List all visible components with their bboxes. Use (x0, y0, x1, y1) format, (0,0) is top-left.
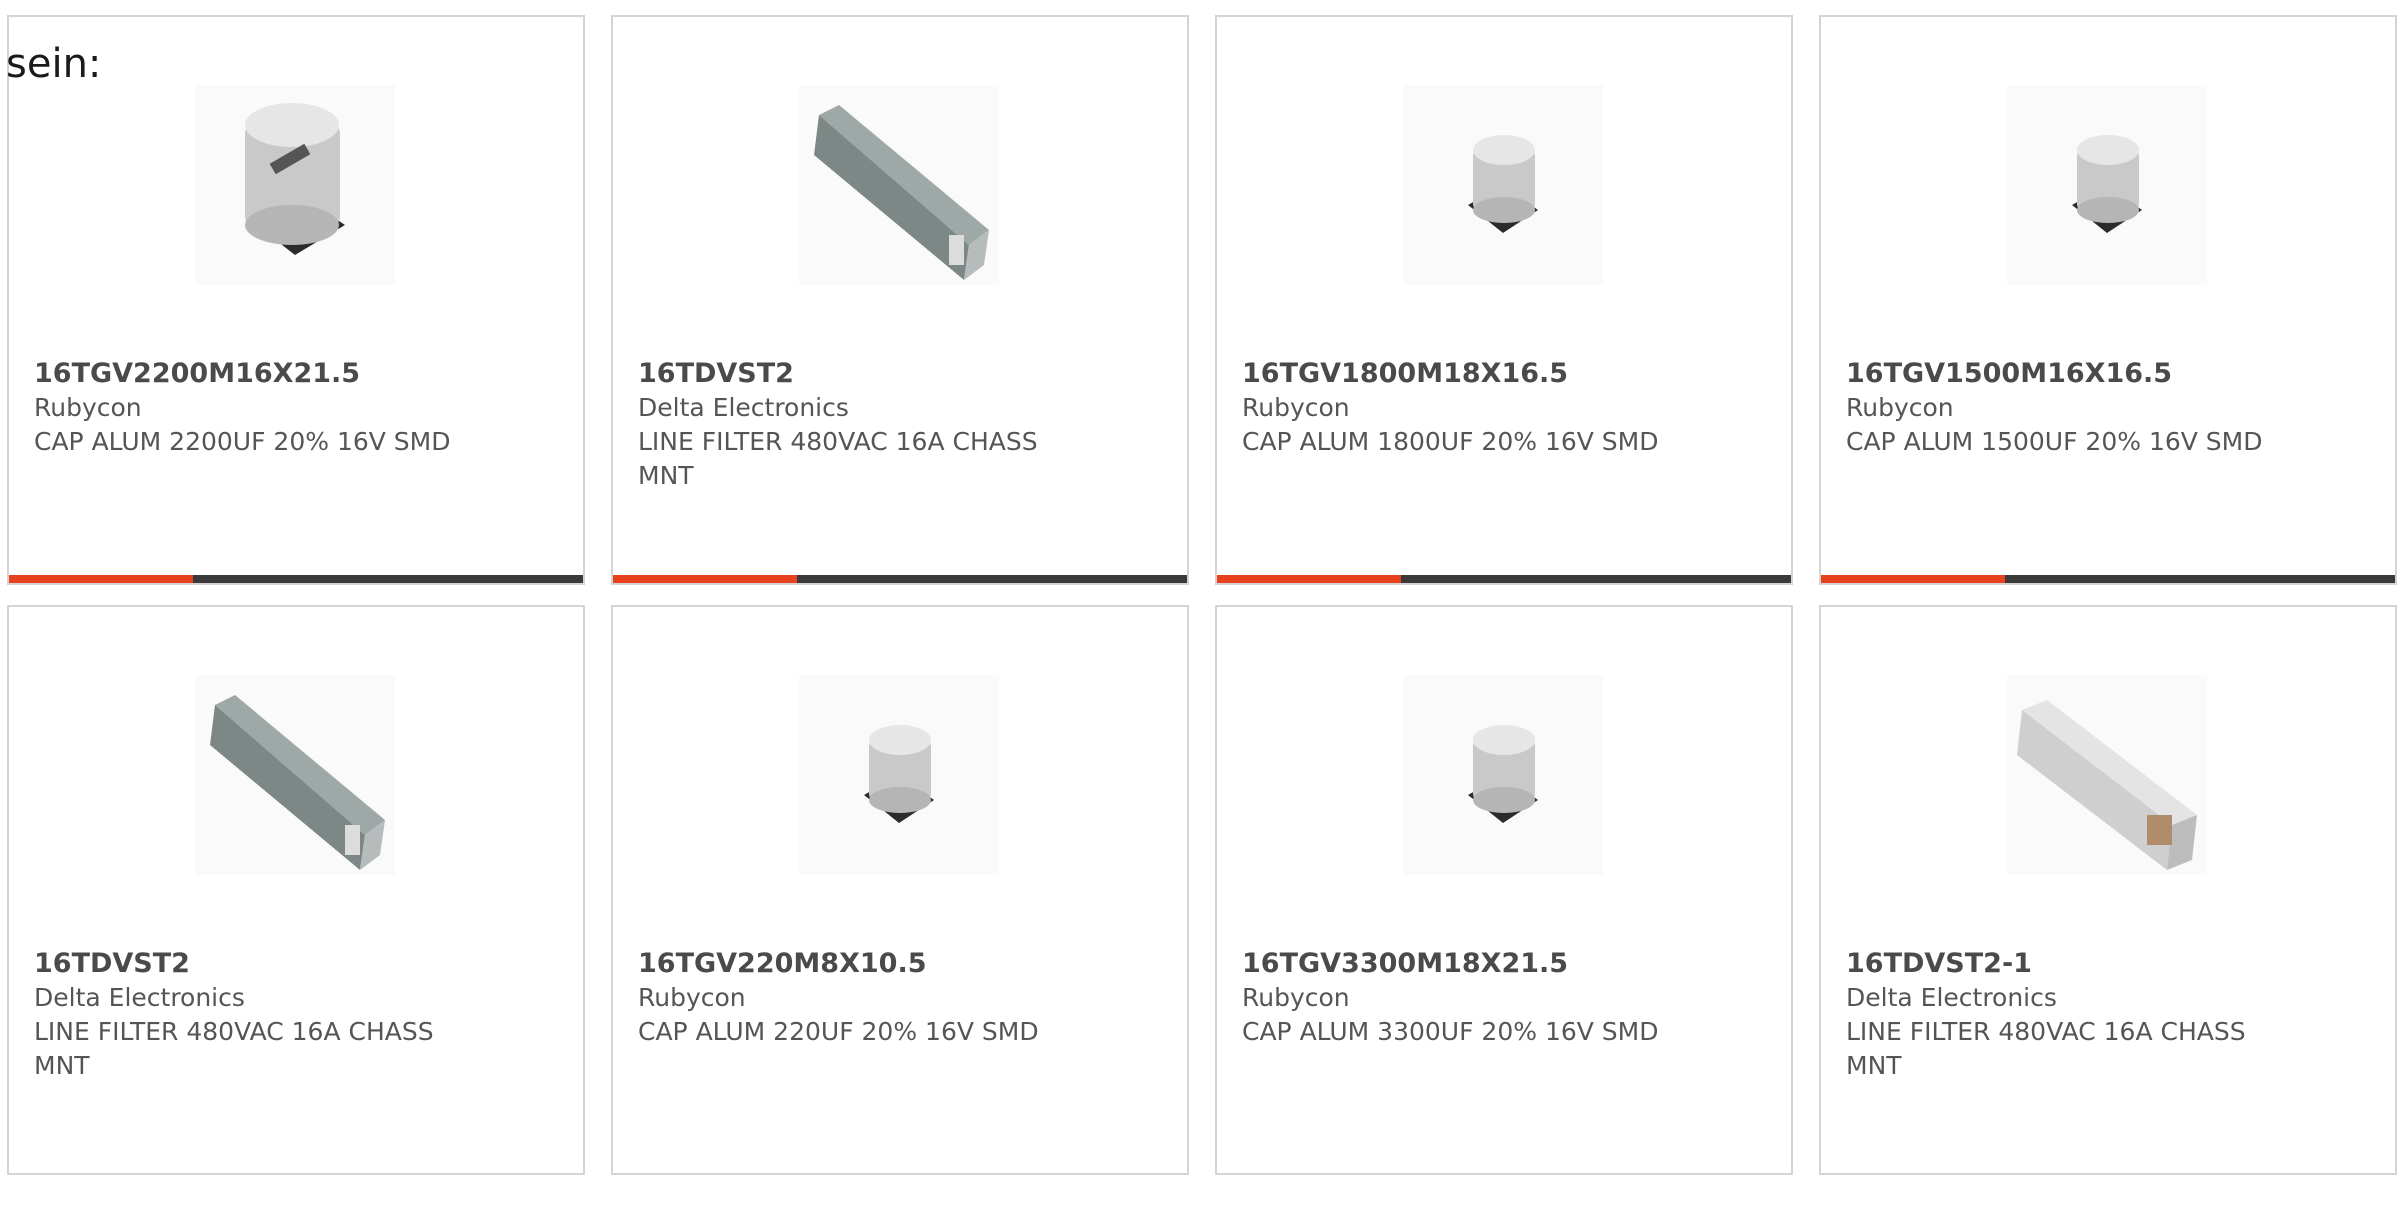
manufacturer: Delta Electronics (1846, 983, 2057, 1012)
product-card[interactable]: 16TGV1800M18X16.5 Rubycon CAP ALUM 1800U… (1215, 15, 1793, 585)
part-number[interactable]: 16TGV1500M16X16.5 (1846, 357, 2286, 391)
card-bar-accent (9, 575, 193, 583)
product-card[interactable]: 16TDVST2-1 Delta Electronics LINE FILTER… (1819, 605, 2397, 1175)
description: LINE FILTER 480VAC 16A CHASS MNT (1846, 1017, 2246, 1080)
product-grid: 16TGV2200M16X21.5 Rubycon CAP ALUM 2200U… (7, 15, 2400, 1215)
product-card[interactable]: 16TGV220M8X10.5 Rubycon CAP ALUM 220UF 2… (611, 605, 1189, 1175)
manufacturer: Rubycon (34, 393, 142, 422)
line-filter-icon[interactable] (799, 85, 999, 285)
capacitor-large-icon[interactable] (195, 85, 395, 285)
card-bar (1217, 575, 1791, 583)
line-filter-icon[interactable] (195, 675, 395, 875)
product-card[interactable]: 16TDVST2 Delta Electronics LINE FILTER 4… (7, 605, 585, 1175)
product-card[interactable]: 16TGV3300M18X21.5 Rubycon CAP ALUM 3300U… (1215, 605, 1793, 1175)
capacitor-small-icon[interactable] (2007, 85, 2207, 285)
manufacturer: Rubycon (1846, 393, 1954, 422)
product-card[interactable]: 16TGV1500M16X16.5 Rubycon CAP ALUM 1500U… (1819, 15, 2397, 585)
card-bar (613, 575, 1187, 583)
manufacturer: Rubycon (1242, 393, 1350, 422)
description: CAP ALUM 220UF 20% 16V SMD (638, 1017, 1039, 1046)
manufacturer: Rubycon (1242, 983, 1350, 1012)
description: LINE FILTER 480VAC 16A CHASS MNT (638, 427, 1038, 490)
part-number[interactable]: 16TGV220M8X10.5 (638, 947, 1078, 981)
description: LINE FILTER 480VAC 16A CHASS MNT (34, 1017, 434, 1080)
capacitor-small-icon[interactable] (1403, 85, 1603, 285)
manufacturer: Delta Electronics (638, 393, 849, 422)
part-number[interactable]: 16TGV3300M18X21.5 (1242, 947, 1682, 981)
description: CAP ALUM 1800UF 20% 16V SMD (1242, 427, 1659, 456)
card-bar-accent (1821, 575, 2005, 583)
manufacturer: Delta Electronics (34, 983, 245, 1012)
capacitor-small-icon[interactable] (799, 675, 999, 875)
description: CAP ALUM 1500UF 20% 16V SMD (1846, 427, 2263, 456)
card-bar (9, 575, 583, 583)
part-number[interactable]: 16TDVST2 (638, 357, 1078, 391)
manufacturer: Rubycon (638, 983, 746, 1012)
card-bar-accent (1217, 575, 1401, 583)
intro-text: sein: (6, 41, 102, 87)
part-number[interactable]: 16TDVST2-1 (1846, 947, 2286, 981)
product-card[interactable]: 16TGV2200M16X21.5 Rubycon CAP ALUM 2200U… (7, 15, 585, 585)
card-bar (1821, 575, 2395, 583)
part-number[interactable]: 16TGV2200M16X21.5 (34, 357, 474, 391)
part-number[interactable]: 16TGV1800M18X16.5 (1242, 357, 1682, 391)
description: CAP ALUM 2200UF 20% 16V SMD (34, 427, 451, 456)
card-bar-accent (613, 575, 797, 583)
line-filter-white-icon[interactable] (2007, 675, 2207, 875)
capacitor-small-icon[interactable] (1403, 675, 1603, 875)
description: CAP ALUM 3300UF 20% 16V SMD (1242, 1017, 1659, 1046)
part-number[interactable]: 16TDVST2 (34, 947, 474, 981)
product-card[interactable]: 16TDVST2 Delta Electronics LINE FILTER 4… (611, 15, 1189, 585)
